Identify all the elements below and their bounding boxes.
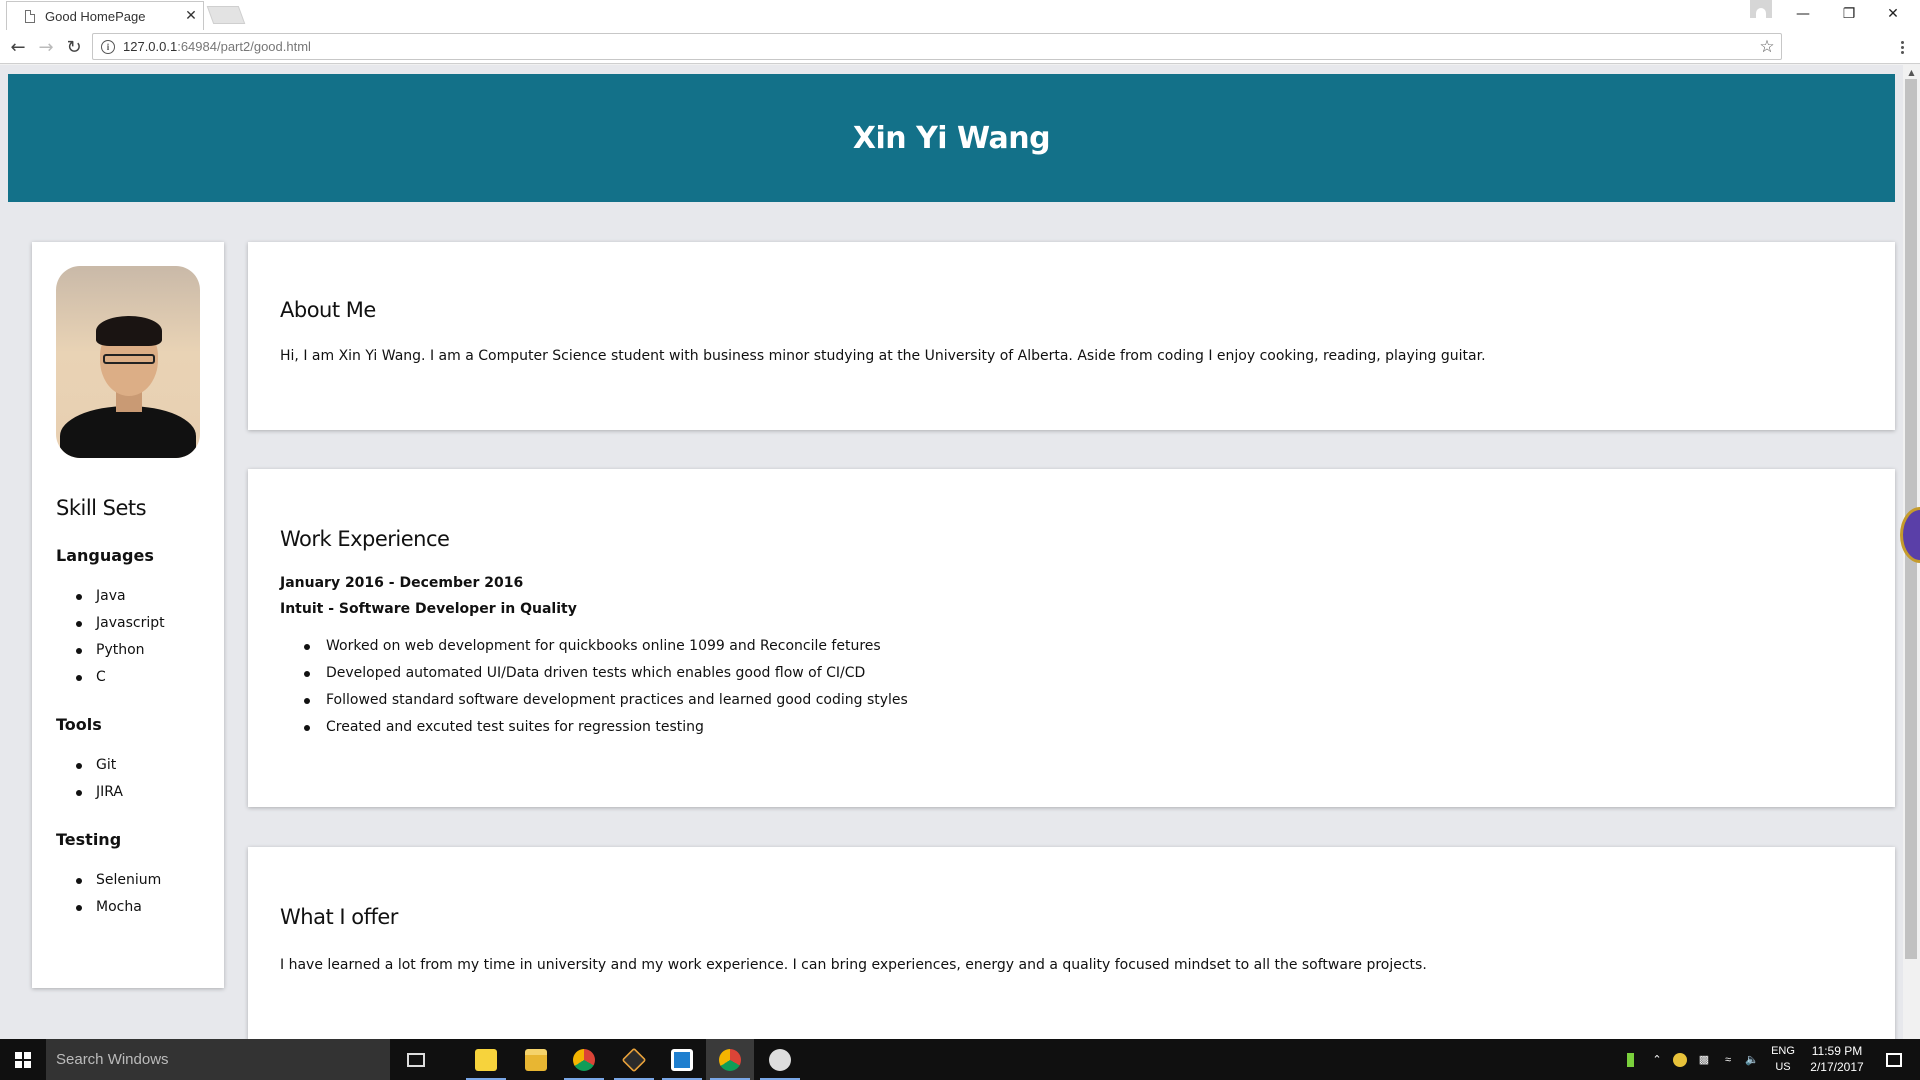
- taskbar-clock[interactable]: 11:59 PM 2/17/2017: [1802, 1043, 1872, 1075]
- windows-icon: [15, 1051, 31, 1068]
- about-card: About Me Hi, I am Xin Yi Wang. I am a Co…: [248, 242, 1895, 430]
- offer-title: What I offer: [280, 905, 398, 929]
- browser-menu-icon[interactable]: [1890, 36, 1914, 58]
- git-icon[interactable]: [610, 1039, 658, 1080]
- editor-icon[interactable]: [658, 1039, 706, 1080]
- page-icon: [25, 9, 35, 23]
- browser-toolbar: ← → ↻ i 127.0.0.1:64984/part2/good.html …: [0, 30, 1920, 64]
- info-icon[interactable]: i: [101, 39, 115, 54]
- close-tab-icon[interactable]: ✕: [179, 8, 203, 24]
- list-item: Selenium: [74, 867, 200, 894]
- language-indicator[interactable]: ENG US: [1768, 1043, 1798, 1075]
- minimize-button[interactable]: —: [1780, 0, 1826, 28]
- list-item: Followed standard software development p…: [304, 687, 1863, 714]
- start-button[interactable]: [0, 1039, 46, 1080]
- battery-icon[interactable]: [1620, 1039, 1640, 1080]
- back-icon[interactable]: ←: [6, 36, 30, 58]
- show-hidden-icon[interactable]: ⌃: [1648, 1039, 1666, 1080]
- work-role: Intuit - Software Developer in Quality: [280, 601, 577, 617]
- list-item: Python: [74, 637, 200, 664]
- restore-button[interactable]: ❐: [1826, 0, 1872, 28]
- clock-time: 11:59 PM: [1811, 1044, 1863, 1058]
- volume-icon[interactable]: 🔈: [1742, 1039, 1762, 1080]
- file-explorer-icon[interactable]: [512, 1039, 560, 1080]
- paint-icon[interactable]: [756, 1039, 804, 1080]
- page-header: Xin Yi Wang: [8, 74, 1895, 202]
- taskbar: Search Windows ⌃ ▩ ≈ 🔈 ENG US 11:59 PM 2…: [0, 1039, 1920, 1080]
- page-title: Xin Yi Wang: [852, 120, 1051, 156]
- search-placeholder: Search Windows: [56, 1051, 169, 1068]
- profile-photo: [56, 266, 200, 458]
- skills-group-heading: Languages: [56, 546, 154, 565]
- sticky-notes-icon[interactable]: [462, 1039, 510, 1080]
- list-item: Developed automated UI/Data driven tests…: [304, 660, 1863, 687]
- skills-title: Skill Sets: [56, 496, 147, 520]
- browser-tabstrip: Good HomePage ✕ — ❐ ✕: [0, 0, 1920, 30]
- skills-list: Git JIRA: [56, 752, 200, 806]
- work-date: January 2016 - December 2016: [280, 575, 524, 591]
- sidebar: Skill Sets Languages Java Javascript Pyt…: [32, 242, 224, 988]
- address-bar[interactable]: i 127.0.0.1:64984/part2/good.html ☆: [92, 33, 1782, 60]
- about-title: About Me: [280, 298, 376, 322]
- skills-list: Selenium Mocha: [56, 867, 200, 921]
- about-text: Hi, I am Xin Yi Wang. I am a Computer Sc…: [280, 348, 1486, 364]
- list-item: Javascript: [74, 610, 200, 637]
- offer-card: What I offer I have learned a lot from m…: [248, 847, 1895, 1039]
- work-title: Work Experience: [280, 527, 450, 551]
- list-item: JIRA: [74, 779, 200, 806]
- task-view-icon[interactable]: [392, 1039, 440, 1080]
- list-item: Mocha: [74, 894, 200, 921]
- list-item: C: [74, 664, 200, 691]
- power-icon[interactable]: ▩: [1694, 1039, 1714, 1080]
- notifications-icon[interactable]: [1876, 1039, 1912, 1080]
- work-card: Work Experience January 2016 - December …: [248, 469, 1895, 807]
- page-viewport: Xin Yi Wang Skill Sets Languages Java Ja…: [0, 65, 1920, 1039]
- tab-title: Good HomePage: [45, 8, 146, 24]
- work-bullets: Worked on web development for quickbooks…: [280, 633, 1863, 741]
- update-icon[interactable]: [1670, 1039, 1690, 1080]
- skills-group-heading: Tools: [56, 715, 102, 734]
- profile-icon[interactable]: [1750, 0, 1772, 18]
- reload-icon[interactable]: ↻: [62, 36, 86, 58]
- list-item: Java: [74, 583, 200, 610]
- close-window-button[interactable]: ✕: [1870, 0, 1916, 28]
- browser-tab[interactable]: Good HomePage ✕: [6, 1, 204, 30]
- chrome-active-icon[interactable]: [706, 1039, 754, 1080]
- list-item: Git: [74, 752, 200, 779]
- list-item: Worked on web development for quickbooks…: [304, 633, 1863, 660]
- clock-date: 2/17/2017: [1810, 1060, 1864, 1074]
- url-text[interactable]: 127.0.0.1:64984/part2/good.html: [123, 39, 1753, 54]
- forward-icon[interactable]: →: [34, 36, 58, 58]
- new-tab-button[interactable]: [206, 6, 246, 24]
- taskbar-search[interactable]: Search Windows: [46, 1039, 390, 1080]
- scroll-up-icon[interactable]: ▲: [1903, 65, 1920, 79]
- list-item: Created and excuted test suites for regr…: [304, 714, 1863, 741]
- wifi-icon[interactable]: ≈: [1718, 1039, 1738, 1080]
- chrome-icon[interactable]: [560, 1039, 608, 1080]
- skills-list: Java Javascript Python C: [56, 583, 200, 691]
- skills-group-heading: Testing: [56, 830, 122, 849]
- bookmark-star-icon[interactable]: ☆: [1753, 37, 1781, 57]
- offer-text: I have learned a lot from my time in uni…: [280, 957, 1427, 973]
